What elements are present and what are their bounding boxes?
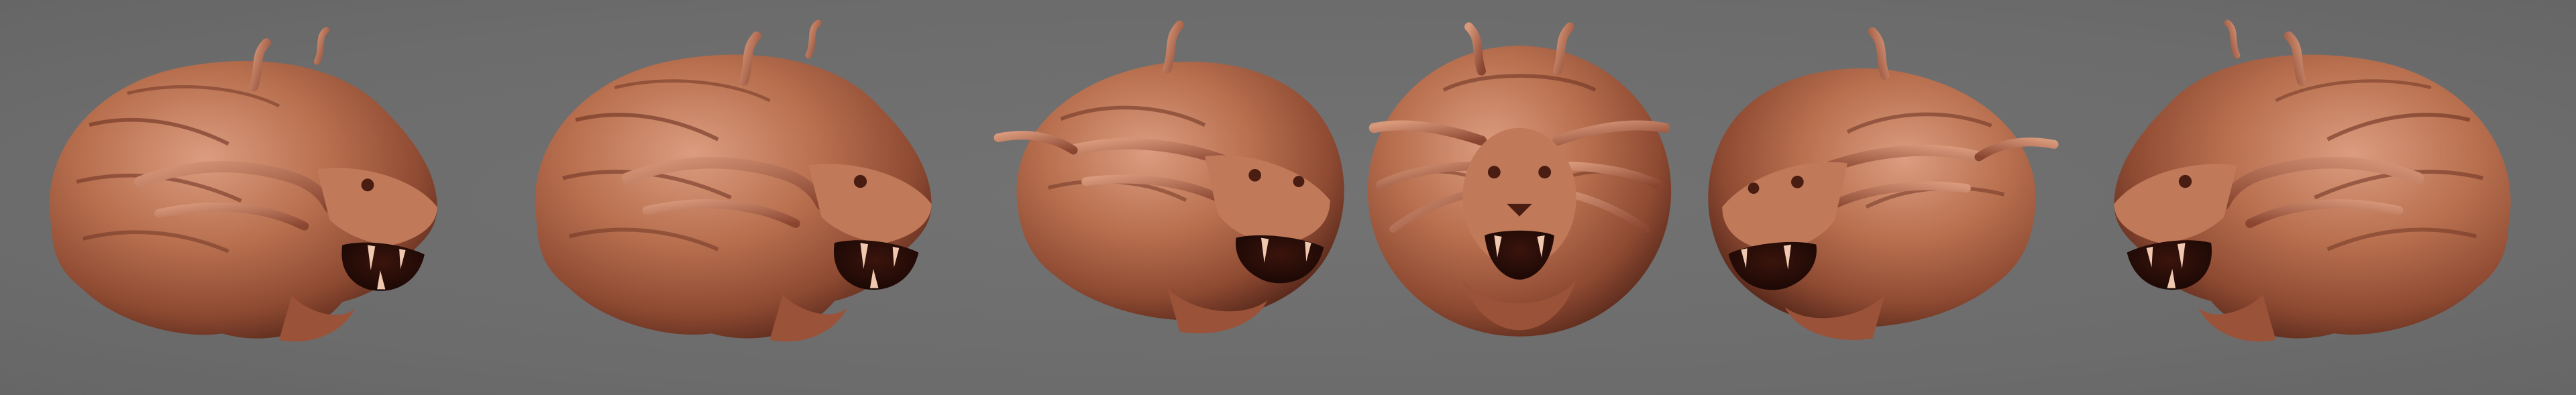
left-three-quarter-profile-view	[13, 0, 456, 395]
sculpt-head-render	[470, 10, 979, 372]
sculpt-head-render	[1355, 10, 1684, 372]
front-three-quarter-right-view	[979, 0, 1355, 395]
sculpt-head-render	[13, 13, 456, 376]
sculpt-head-render	[1697, 13, 2073, 376]
left-side-profile-view	[2073, 0, 2569, 395]
front-three-quarter-left-view	[1697, 0, 2073, 395]
sculpt-turnaround-canvas	[0, 0, 2576, 395]
front-view	[1355, 0, 1684, 395]
sculpt-head-render	[979, 7, 1355, 369]
right-side-profile-view	[470, 0, 979, 395]
sculpt-head-render	[2073, 10, 2569, 372]
